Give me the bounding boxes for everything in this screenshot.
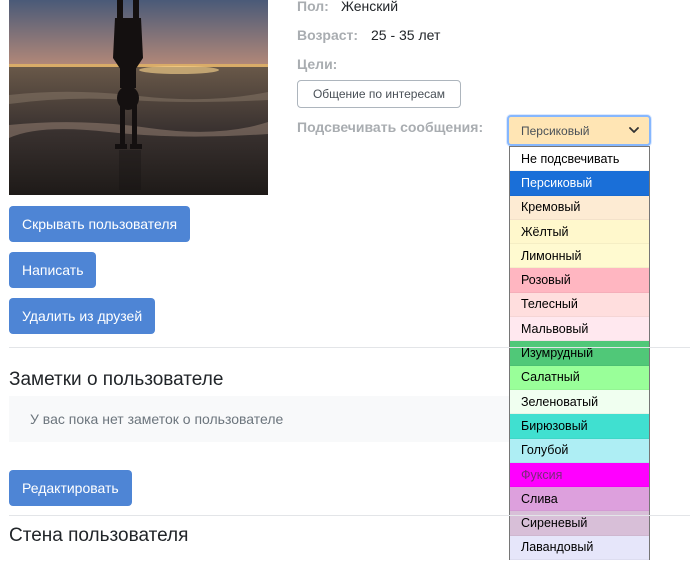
highlight-option[interactable]: Слива <box>510 487 649 512</box>
highlight-option[interactable]: Бирюзовый <box>510 414 649 439</box>
highlight-option[interactable]: Телесный <box>510 292 649 318</box>
age-value: 25 - 35 лет <box>371 27 441 43</box>
highlight-option[interactable]: Персиковый <box>510 171 649 196</box>
highlight-option[interactable]: Салатный <box>510 365 649 390</box>
highlight-option[interactable]: Кремовый <box>510 195 649 220</box>
highlight-option[interactable]: Мальвовый <box>510 317 649 342</box>
section-divider <box>9 347 690 348</box>
write-message-button[interactable]: Написать <box>9 252 97 288</box>
notes-section-title: Заметки о пользователе <box>9 369 224 390</box>
goals-label: Цели: <box>297 56 338 72</box>
gender-label: Пол: <box>297 0 329 14</box>
edit-notes-button[interactable]: Редактировать <box>9 470 132 506</box>
gender-value: Женский <box>341 0 399 14</box>
hide-user-button[interactable]: Скрывать пользователя <box>9 206 191 242</box>
chevron-down-icon <box>628 125 640 137</box>
highlight-option[interactable]: Зеленоватый <box>510 389 649 415</box>
highlight-option[interactable]: Жёлтый <box>510 219 649 245</box>
remove-friend-button[interactable]: Удалить из друзей <box>9 298 156 334</box>
highlight-option[interactable]: Фуксия <box>510 462 649 488</box>
highlight-option[interactable]: Лимонный <box>510 244 649 269</box>
profile-photo-image <box>9 0 268 195</box>
wall-section-title: Стена пользователя <box>9 525 189 546</box>
notes-empty-text: У вас пока нет заметок о пользователе <box>30 411 284 427</box>
age-label: Возраст: <box>297 27 359 43</box>
highlight-option[interactable]: Изумрудный <box>510 341 649 366</box>
notes-empty-box: У вас пока нет заметок о пользователе <box>9 396 509 442</box>
section-divider <box>9 515 690 516</box>
highlight-label: Подсвечивать сообщения: <box>297 119 484 135</box>
goal-tag-button[interactable]: Общение по интересам <box>297 80 461 108</box>
highlight-option[interactable]: Голубой <box>510 438 649 463</box>
highlight-option[interactable]: Не подсвечивать <box>510 147 649 172</box>
highlight-select-value: Персиковый <box>521 123 590 138</box>
highlight-dropdown-list: Не подсвечивать Персиковый Кремовый Жёлтый Л… <box>509 146 650 561</box>
highlight-option[interactable]: Розовый <box>510 268 649 293</box>
profile-photo[interactable] <box>9 0 268 195</box>
highlight-select[interactable]: Персиковый <box>507 115 651 146</box>
highlight-option[interactable]: Лавандовый <box>510 535 649 561</box>
